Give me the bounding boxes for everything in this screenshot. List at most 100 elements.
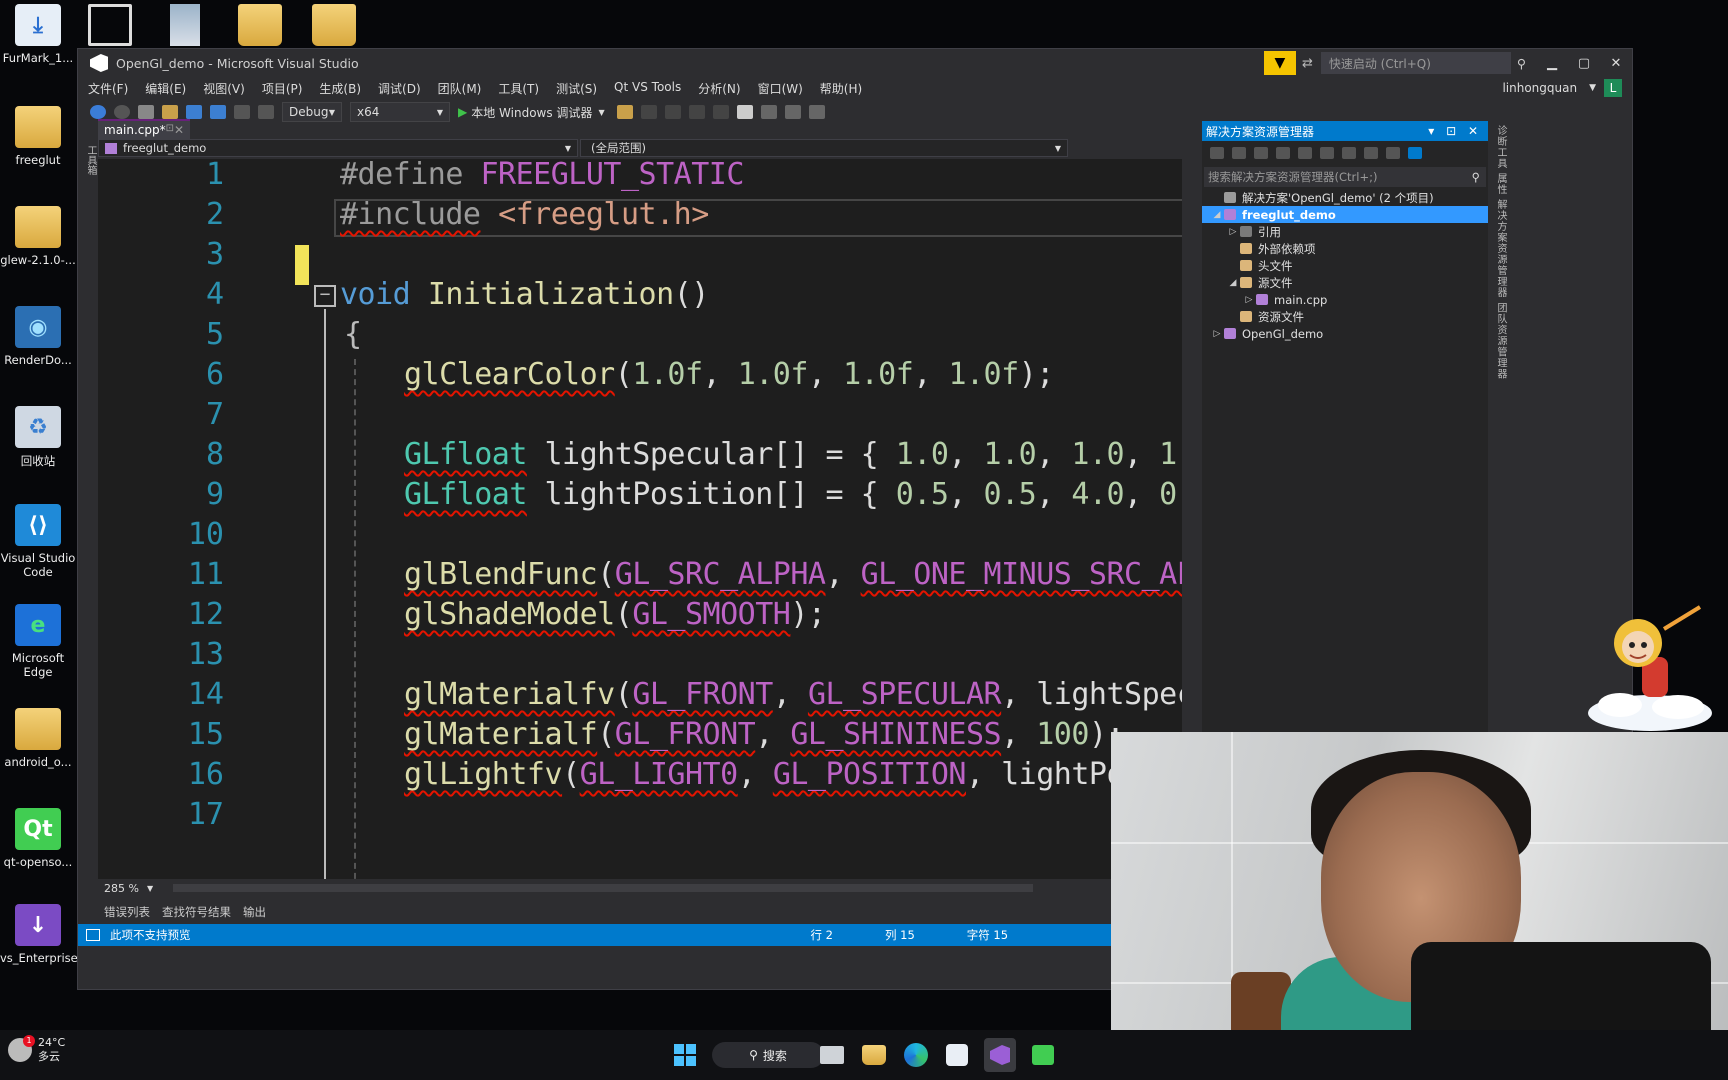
new-project-icon[interactable]	[138, 105, 154, 119]
desktop-icon[interactable]: ⟨⟩ Visual Studio Code	[0, 504, 76, 579]
tree-item[interactable]: ◢ freeglut_demo	[1202, 206, 1488, 223]
find-in-files-icon[interactable]	[616, 105, 633, 119]
comment-icon[interactable]	[640, 105, 657, 119]
back-icon[interactable]	[90, 105, 106, 119]
clear-bookmarks-icon[interactable]	[808, 105, 825, 119]
indent-icon[interactable]	[688, 105, 705, 119]
folder-icon[interactable]	[238, 4, 282, 46]
collapse-all-icon[interactable]	[1342, 147, 1356, 159]
tree-item[interactable]: 资源文件	[1202, 308, 1488, 325]
tree-item[interactable]: 外部依赖项	[1202, 240, 1488, 257]
panel-controls[interactable]: ▾ ⊡ ✕	[1428, 124, 1482, 138]
tree-item[interactable]: ▷ main.cpp	[1202, 291, 1488, 308]
maximize-button[interactable]: ▢	[1568, 56, 1600, 71]
expand-arrow-icon[interactable]: ▷	[1242, 295, 1256, 305]
file-explorer-icon[interactable]	[862, 1045, 886, 1065]
menu-item[interactable]: 帮助(H)	[820, 80, 862, 97]
menu-item[interactable]: 视图(V)	[203, 80, 245, 97]
prev-bookmark-icon[interactable]	[760, 105, 777, 119]
uncomment-icon[interactable]	[664, 105, 681, 119]
undo-icon[interactable]	[234, 105, 250, 119]
notification-filter-icon[interactable]: ▼	[1263, 51, 1296, 75]
project-dropdown[interactable]: freeglut_demo ▼	[98, 139, 578, 157]
tree-item[interactable]: ▷ 引用	[1202, 223, 1488, 240]
menu-item[interactable]: 工具(T)	[498, 80, 539, 97]
debugger-button[interactable]: 本地 Windows 调试器	[471, 104, 592, 121]
menu-item[interactable]: 分析(N)	[698, 80, 740, 97]
zoom-level[interactable]: 285 %	[104, 882, 139, 895]
properties-icon[interactable]	[1386, 147, 1400, 159]
close-button[interactable]: ✕	[1600, 56, 1632, 71]
next-bookmark-icon[interactable]	[784, 105, 801, 119]
horizontal-scrollbar[interactable]	[173, 884, 1034, 892]
back-icon[interactable]	[1210, 147, 1224, 159]
side-tool-tabs[interactable]: 诊断工具 属性 解决方案资源管理器 团队资源管理器	[1490, 121, 1508, 481]
qt-creator-icon[interactable]	[1032, 1045, 1054, 1065]
pending-changes-icon[interactable]	[1298, 147, 1312, 159]
menu-item[interactable]: Qt VS Tools	[614, 80, 681, 97]
menu-item[interactable]: 生成(B)	[319, 80, 361, 97]
folder-icon[interactable]	[312, 4, 356, 46]
desktop-icon[interactable]: e Microsoft Edge	[0, 604, 76, 679]
task-view-icon[interactable]	[820, 1046, 844, 1064]
chevron-down-icon[interactable]: ▼	[147, 884, 153, 893]
expand-arrow-icon[interactable]: ▷	[1210, 329, 1224, 339]
menu-item[interactable]: 文件(F)	[88, 80, 128, 97]
weather-widget[interactable]: 1 24°C 多云	[8, 1035, 65, 1064]
desktop-icon[interactable]: Qt qt-openso...	[0, 808, 76, 869]
visual-studio-taskbar-icon[interactable]	[984, 1038, 1016, 1072]
menu-item[interactable]: 项目(P)	[262, 80, 303, 97]
live-share-icon[interactable]: ⇄	[1302, 56, 1313, 71]
forward-icon[interactable]	[1232, 147, 1246, 159]
close-icon[interactable]: ✕	[174, 123, 184, 137]
minimize-button[interactable]: ▁	[1536, 56, 1568, 71]
chevron-down-icon[interactable]: ▼	[598, 108, 604, 117]
start-debugging-icon[interactable]: ▶	[458, 105, 467, 119]
outdent-icon[interactable]	[712, 105, 729, 119]
open-file-icon[interactable]	[162, 105, 178, 119]
tab-main-cpp[interactable]: main.cpp* ⊡ ✕	[98, 119, 190, 139]
expand-arrow-icon[interactable]: ◢	[1226, 278, 1240, 288]
desktop-icon[interactable]: ↓ vs_Enterprise	[0, 904, 78, 965]
sync-icon[interactable]	[1320, 147, 1334, 159]
store-icon[interactable]	[946, 1044, 968, 1066]
desktop-icon[interactable]: ♻ 回收站	[0, 406, 76, 469]
desktop-icon[interactable]: glew-2.1.0-...	[0, 206, 76, 267]
preview-icon[interactable]	[1408, 147, 1422, 159]
expand-arrow-icon[interactable]: ▷	[1226, 227, 1240, 237]
output-window-icon[interactable]	[86, 929, 100, 941]
bottom-tab[interactable]: 错误列表	[104, 904, 150, 920]
bookmark-icon[interactable]	[736, 105, 753, 119]
app-window-icon[interactable]	[88, 4, 132, 46]
windows-start-icon[interactable]	[672, 1042, 698, 1068]
collapse-icon[interactable]: −	[314, 285, 336, 307]
desktop-icon[interactable]: ◉ RenderDo...	[0, 306, 76, 367]
home-icon[interactable]	[1254, 147, 1268, 159]
show-all-files-icon[interactable]	[1364, 147, 1378, 159]
image-thumbnail-icon[interactable]	[170, 4, 200, 46]
taskbar-search-button[interactable]: ⚲ 搜索	[712, 1042, 824, 1068]
edge-icon[interactable]	[904, 1043, 928, 1067]
save-icon[interactable]	[186, 105, 202, 119]
user-name[interactable]: linhongquan	[1502, 81, 1577, 95]
menu-item[interactable]: 调试(D)	[378, 80, 421, 97]
menu-item[interactable]: 团队(M)	[438, 80, 482, 97]
tree-item[interactable]: 头文件	[1202, 257, 1488, 274]
menu-item[interactable]: 窗口(W)	[758, 80, 803, 97]
bottom-tab[interactable]: 输出	[243, 904, 266, 920]
chevron-down-icon[interactable]: ▼	[1589, 83, 1596, 93]
scope-dropdown[interactable]: (全局范围) ▼	[580, 139, 1068, 157]
menu-item[interactable]: 测试(S)	[556, 80, 597, 97]
forward-icon[interactable]	[114, 105, 130, 119]
toolbox-strip[interactable]: 工具箱	[78, 125, 98, 915]
quick-launch-input[interactable]: 快速启动 (Ctrl+Q)	[1320, 52, 1511, 74]
menu-item[interactable]: 编辑(E)	[145, 80, 186, 97]
avatar[interactable]: L	[1604, 79, 1622, 97]
code-editor[interactable]: 1 2 3 4 5 6 7 8 9 10 11 12 13 14 15 16 17 − #define FREE…	[98, 159, 1182, 879]
tree-item[interactable]: 解决方案'OpenGl_demo' (2 个项目)	[1202, 189, 1488, 206]
desktop-icon[interactable]: android_o...	[0, 708, 76, 769]
save-all-icon[interactable]	[210, 105, 226, 119]
search-icon[interactable]: ⚲	[1472, 170, 1480, 184]
pin-icon[interactable]: ⊡	[166, 123, 174, 137]
tree-item[interactable]: ◢ 源文件	[1202, 274, 1488, 291]
